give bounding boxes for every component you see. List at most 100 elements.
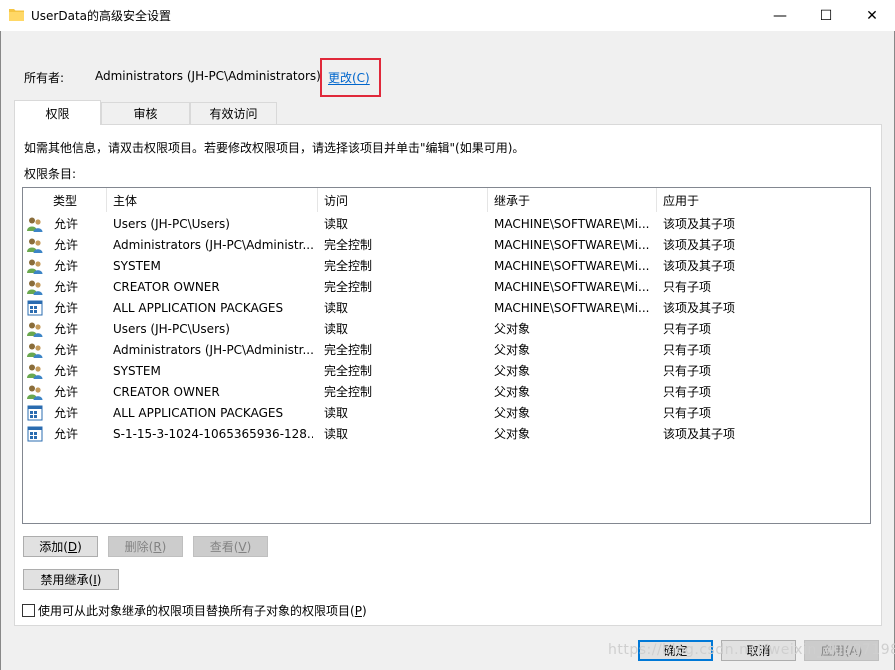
permission-entry-row[interactable]: 允许 S-1-15-3-1024-1065365936-128... 读取 父对象 该项… xyxy=(23,424,870,445)
entry-principal: Users (JH-PC\Users) xyxy=(113,322,230,336)
owner-label: 所有者: xyxy=(24,71,65,85)
entry-access: 读取 xyxy=(324,301,349,315)
app-package-icon xyxy=(27,426,43,442)
tab-auditing[interactable]: 审核 xyxy=(101,102,190,124)
entry-type: 允许 xyxy=(54,238,79,252)
entry-principal: SYSTEM xyxy=(113,259,161,273)
column-header-inherited-from[interactable]: 继承于 xyxy=(488,188,657,212)
entry-access: 完全控制 xyxy=(324,385,373,399)
entry-type: 允许 xyxy=(54,301,79,315)
permission-entry-row[interactable]: 允许 CREATOR OWNER 完全控制 MACHINE\SOFTWARE\Mi..… xyxy=(23,277,870,298)
entry-inherited-from: MACHINE\SOFTWARE\Mi... xyxy=(494,280,650,294)
permission-entry-row[interactable]: 允许 ALL APPLICATION PACKAGES 读取 MACHINE\SOFT… xyxy=(23,298,870,319)
tab-effective-access[interactable]: 有效访问 xyxy=(190,102,277,124)
entry-applies-to: 只有子项 xyxy=(663,322,712,336)
permission-entry-row[interactable]: 允许 Administrators (JH-PC\Administr... 完全控制… xyxy=(23,235,870,256)
column-header-access[interactable]: 访问 xyxy=(318,188,488,212)
watermark-text: https://blog.csdn.net/weixin_40907198 xyxy=(608,642,895,658)
entry-applies-to: 该项及其子项 xyxy=(663,427,736,441)
user-group-icon xyxy=(27,237,43,253)
permission-entries-label: 权限条目: xyxy=(24,167,77,181)
permission-entry-row[interactable]: 允许 Users (JH-PC\Users) 读取 MACHINE\SOFTWARE\… xyxy=(23,214,870,235)
entry-principal: CREATOR OWNER xyxy=(113,385,220,399)
tab-label: 权限 xyxy=(45,106,70,121)
remove-button[interactable]: 删除(R) xyxy=(108,536,183,557)
tab-label: 有效访问 xyxy=(209,107,258,121)
user-group-icon xyxy=(27,216,43,232)
maximize-button[interactable]: ☐ xyxy=(803,0,849,31)
replace-child-permissions-checkbox[interactable] xyxy=(22,604,35,617)
tab-permissions[interactable]: 权限 xyxy=(14,100,101,125)
minimize-button[interactable]: — xyxy=(757,0,803,31)
user-group-icon xyxy=(27,258,43,274)
entry-type: 允许 xyxy=(54,343,79,357)
entry-principal: ALL APPLICATION PACKAGES xyxy=(113,301,284,315)
permission-entry-row[interactable]: 允许 Administrators (JH-PC\Administr... 完全控制… xyxy=(23,340,870,361)
entry-inherited-from: 父对象 xyxy=(494,406,531,420)
entry-applies-to: 只有子项 xyxy=(663,385,712,399)
entry-applies-to: 只有子项 xyxy=(663,406,712,420)
entry-access: 读取 xyxy=(324,322,349,336)
user-group-icon xyxy=(27,384,43,400)
entry-principal: Administrators (JH-PC\Administr... xyxy=(113,238,313,252)
entry-principal: SYSTEM xyxy=(113,364,161,378)
button-label: 删除( xyxy=(124,540,154,554)
entry-access: 读取 xyxy=(324,217,349,231)
permission-entry-row[interactable]: 允许 SYSTEM 完全控制 MACHINE\SOFTWARE\Mi... 该项及其子项 xyxy=(23,256,870,277)
column-header-type[interactable]: 类型 xyxy=(23,188,107,212)
entry-applies-to: 该项及其子项 xyxy=(663,238,736,252)
entry-access: 完全控制 xyxy=(324,259,373,273)
user-group-icon xyxy=(27,321,43,337)
replace-child-permissions-label: 使用可从此对象继承的权限项目替换所有子对象的权限项目(P) xyxy=(38,602,367,619)
entry-applies-to: 只有子项 xyxy=(663,280,712,294)
button-label: ) xyxy=(246,539,252,554)
entry-principal: CREATOR OWNER xyxy=(113,280,220,294)
column-header-principal[interactable]: 主体 xyxy=(107,188,318,212)
info-text: 如需其他信息，请双击权限项目。若要修改权限项目，请选择该项目并单击"编辑"(如果… xyxy=(24,141,525,155)
entry-access: 读取 xyxy=(324,427,349,441)
owner-value: Administrators (JH-PC\Administrators) xyxy=(95,69,321,83)
entry-applies-to: 该项及其子项 xyxy=(663,217,736,231)
permission-entry-row[interactable]: 允许 ALL APPLICATION PACKAGES 读取 父对象 只有子项 xyxy=(23,403,870,424)
close-icon: ✕ xyxy=(866,7,878,24)
checkbox-text: ) xyxy=(361,604,367,618)
entry-inherited-from: MACHINE\SOFTWARE\Mi... xyxy=(494,259,650,273)
access-key: R xyxy=(153,539,162,554)
highlight-box xyxy=(320,58,381,97)
access-key: P xyxy=(354,604,362,618)
permission-entry-row[interactable]: 允许 SYSTEM 完全控制 父对象 只有子项 xyxy=(23,361,870,382)
folder-icon xyxy=(9,9,24,21)
window-title: UserData的高级安全设置 xyxy=(31,9,172,23)
access-key: V xyxy=(238,539,247,554)
permission-entry-row[interactable]: 允许 CREATOR OWNER 完全控制 父对象 只有子项 xyxy=(23,382,870,403)
disable-inheritance-button[interactable]: 禁用继承(I) xyxy=(23,569,119,590)
entry-inherited-from: 父对象 xyxy=(494,427,531,441)
entry-inherited-from: 父对象 xyxy=(494,364,531,378)
view-button[interactable]: 查看(V) xyxy=(193,536,268,557)
entry-inherited-from: 父对象 xyxy=(494,322,531,336)
entry-inherited-from: MACHINE\SOFTWARE\Mi... xyxy=(494,301,650,315)
column-header-applies-to[interactable]: 应用于 xyxy=(657,188,870,212)
entry-inherited-from: 父对象 xyxy=(494,343,531,357)
entry-inherited-from: MACHINE\SOFTWARE\Mi... xyxy=(494,238,650,252)
entry-applies-to: 只有子项 xyxy=(663,364,712,378)
access-key: D xyxy=(67,539,78,554)
maximize-icon: ☐ xyxy=(819,7,833,24)
app-package-icon xyxy=(27,300,43,316)
entry-principal: Administrators (JH-PC\Administr... xyxy=(113,343,313,357)
entry-principal: ALL APPLICATION PACKAGES xyxy=(113,406,284,420)
entry-type: 允许 xyxy=(54,385,79,399)
permission-entries-list[interactable]: 类型 主体 访问 继承于 应用于 允许 Users (JH-PC\Users) 读取… xyxy=(22,187,871,524)
entry-type: 允许 xyxy=(54,406,79,420)
add-button[interactable]: 添加(D) xyxy=(23,536,98,557)
entry-access: 读取 xyxy=(324,406,349,420)
button-label: ) xyxy=(77,539,82,554)
entry-type: 允许 xyxy=(54,259,79,273)
entry-inherited-from: MACHINE\SOFTWARE\Mi... xyxy=(494,217,650,231)
close-button[interactable]: ✕ xyxy=(849,0,895,31)
user-group-icon xyxy=(27,279,43,295)
entry-access: 完全控制 xyxy=(324,364,373,378)
entry-access: 完全控制 xyxy=(324,343,373,357)
permission-entry-row[interactable]: 允许 Users (JH-PC\Users) 读取 父对象 只有子项 xyxy=(23,319,870,340)
entry-applies-to: 只有子项 xyxy=(663,343,712,357)
